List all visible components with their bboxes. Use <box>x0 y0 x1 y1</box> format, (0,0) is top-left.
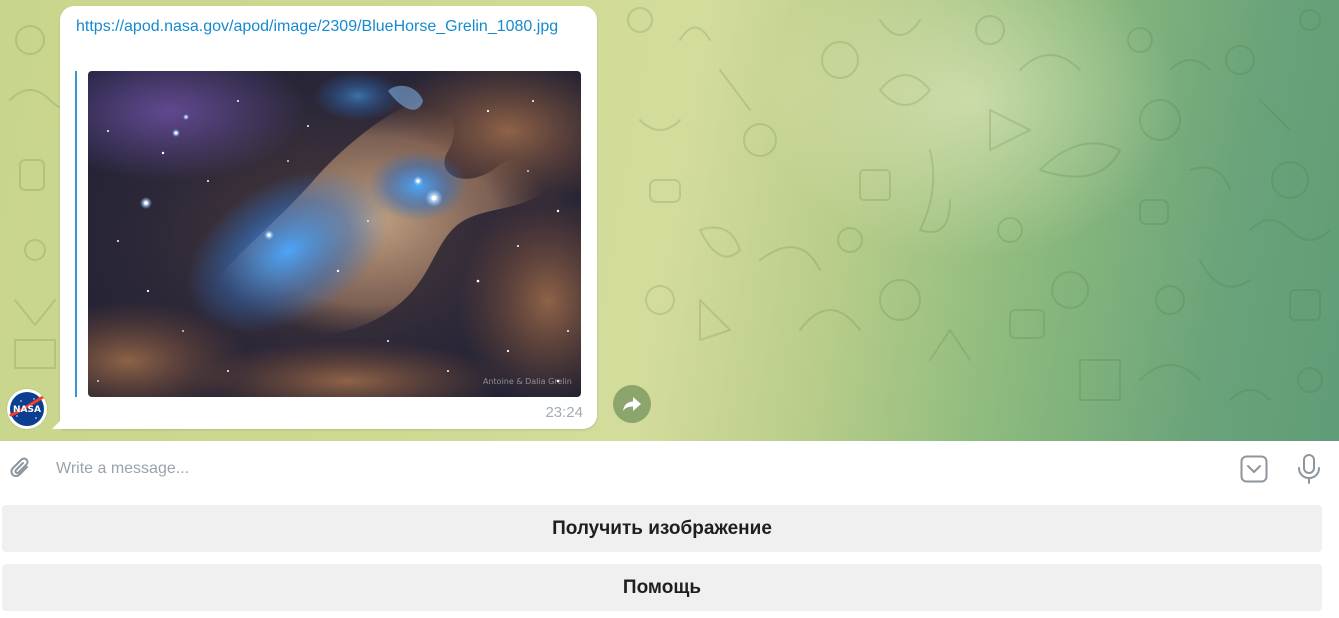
share-button[interactable] <box>613 385 651 423</box>
svg-text:NASA: NASA <box>13 405 41 415</box>
link-preview-image[interactable]: Antoine & Dalia Grelin <box>88 71 581 397</box>
nebula-image: Antoine & Dalia Grelin <box>88 71 581 397</box>
message-link[interactable]: https://apod.nasa.gov/apod/image/2309/Bl… <box>76 16 586 38</box>
help-button[interactable]: Помощь <box>2 564 1322 611</box>
share-arrow-icon <box>623 397 641 411</box>
get-image-button[interactable]: Получить изображение <box>2 505 1322 552</box>
microphone-icon[interactable] <box>1295 453 1323 485</box>
message-bubble-tail <box>52 417 64 429</box>
message-bubble: https://apod.nasa.gov/apod/image/2309/Bl… <box>60 6 597 429</box>
nasa-logo-icon: NASA <box>9 392 45 426</box>
message-composer <box>0 441 1339 497</box>
message-input[interactable] <box>44 453 1238 485</box>
chat-area: https://apod.nasa.gov/apod/image/2309/Bl… <box>0 0 1339 441</box>
link-preview-accent-bar <box>75 71 77 397</box>
avatar[interactable]: NASA <box>7 389 47 429</box>
message-time: 23:24 <box>545 404 583 421</box>
bot-keyboard-toggle-icon[interactable] <box>1240 455 1268 483</box>
image-credit-watermark: Antoine & Dalia Grelin <box>483 377 572 386</box>
paperclip-icon[interactable] <box>6 454 36 484</box>
